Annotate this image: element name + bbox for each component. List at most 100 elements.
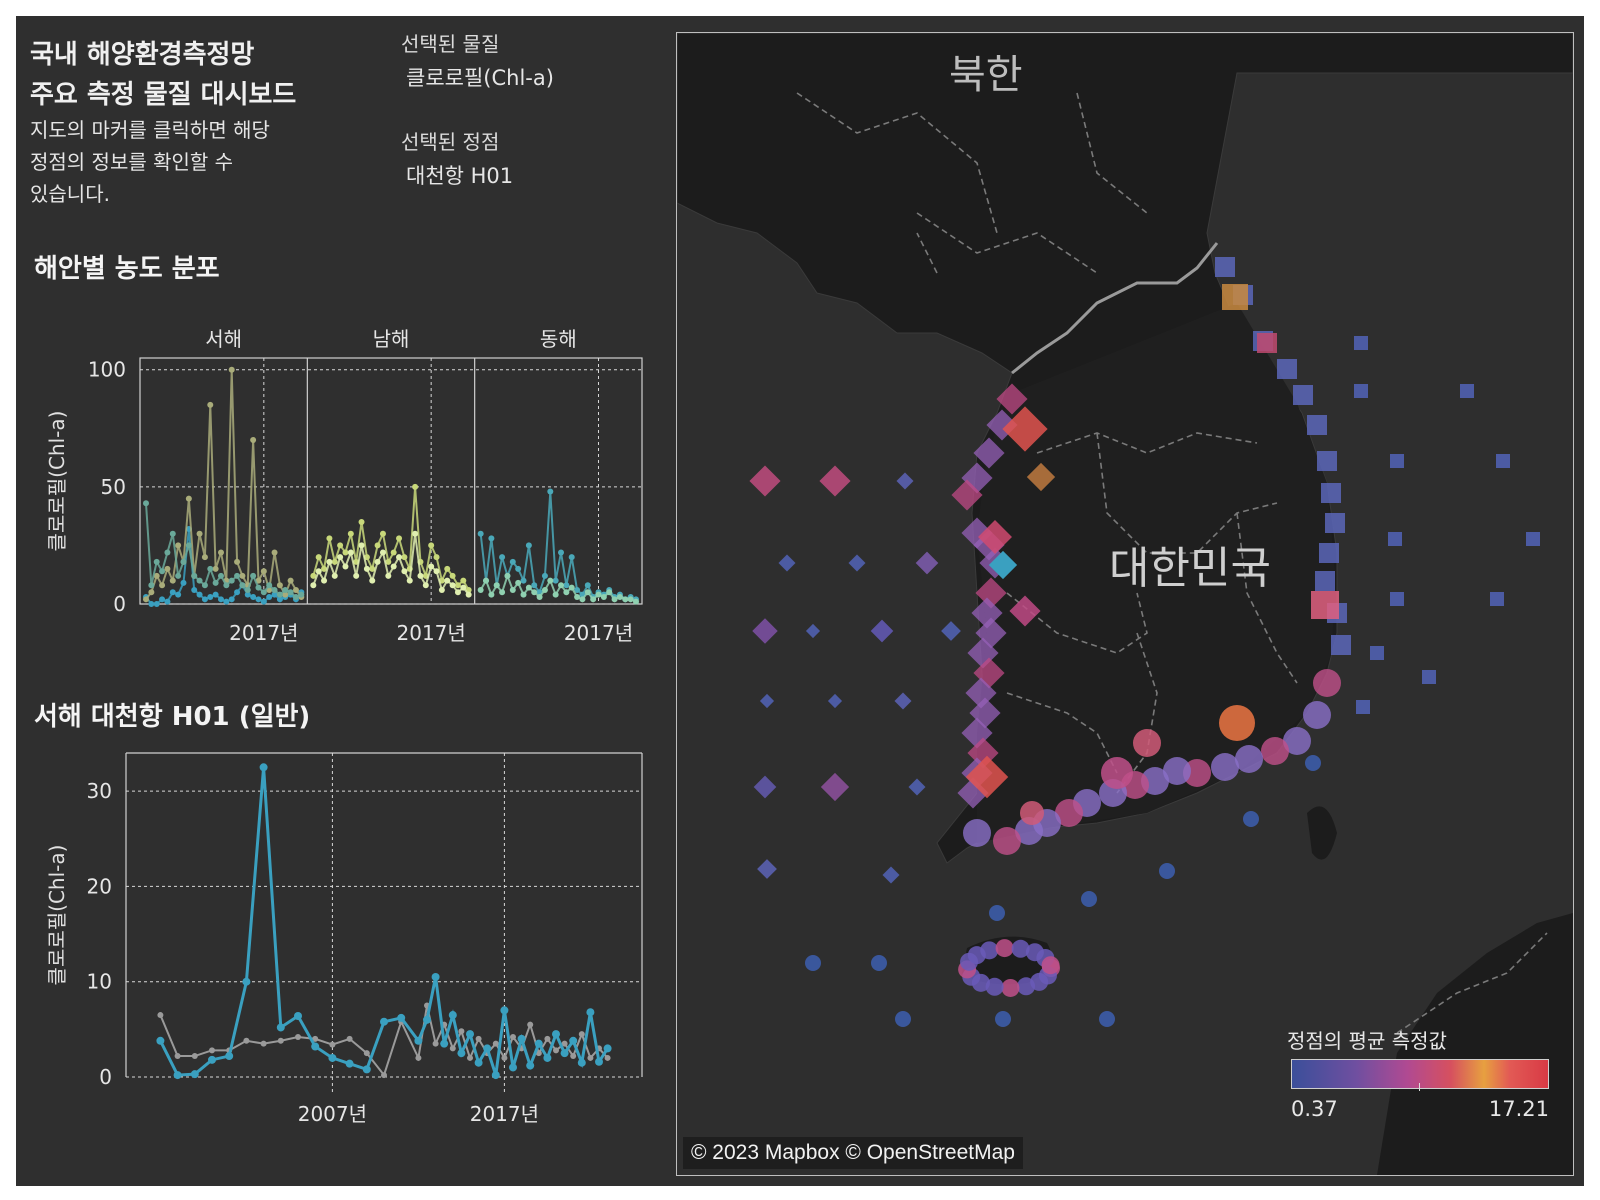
data-point — [347, 549, 354, 556]
description-line2: 정점의 정보를 확인할 수 — [30, 150, 234, 174]
data-point — [294, 1012, 302, 1021]
data-point — [159, 596, 166, 603]
data-point — [363, 1050, 370, 1057]
data-point — [458, 1028, 465, 1035]
data-point — [454, 589, 461, 596]
data-point — [217, 549, 224, 556]
data-point — [207, 401, 214, 408]
data-point — [276, 582, 283, 589]
data-point — [217, 596, 224, 603]
data-point — [225, 1052, 234, 1061]
data-point — [157, 1012, 164, 1019]
data-point — [191, 586, 198, 593]
data-point — [315, 568, 322, 575]
station-marker-square — [1307, 415, 1327, 435]
selected-station-value[interactable]: 대천항 H01 — [406, 160, 513, 190]
data-point — [362, 1065, 371, 1074]
data-point — [483, 577, 490, 584]
data-point — [169, 577, 176, 584]
data-point — [244, 586, 251, 593]
data-point — [401, 568, 408, 575]
data-point — [547, 577, 554, 584]
data-point — [401, 554, 408, 561]
data-point — [622, 596, 629, 603]
y-tick-label: 100 — [88, 358, 126, 382]
data-point — [153, 558, 160, 565]
data-point — [563, 589, 570, 596]
data-point — [292, 593, 299, 600]
x-tick-label: 2017년 — [564, 621, 633, 645]
data-point — [568, 554, 575, 561]
station-marker-circle — [1101, 757, 1133, 789]
data-point — [415, 1054, 422, 1061]
data-point — [515, 565, 522, 572]
data-point — [259, 763, 268, 772]
station-marker-circle — [1261, 737, 1289, 765]
data-point — [527, 1021, 534, 1028]
data-point — [558, 549, 565, 556]
data-point — [209, 1047, 215, 1054]
data-point — [460, 577, 467, 584]
data-point — [174, 1053, 181, 1060]
data-point — [342, 563, 349, 570]
data-point — [228, 366, 235, 373]
station-marker-circle — [1020, 801, 1044, 825]
data-point — [568, 584, 575, 591]
selected-substance-value[interactable]: 클로로필(Chl-a) — [406, 62, 554, 92]
data-point — [311, 1042, 320, 1051]
station-marker-square — [1277, 359, 1297, 379]
data-point — [412, 530, 419, 537]
map-label-north-korea: 북한 — [949, 52, 1023, 98]
station-marker-square — [1321, 483, 1341, 503]
station-marker-square — [1390, 454, 1404, 468]
data-point — [444, 577, 451, 584]
station-marker-square — [1422, 670, 1436, 684]
data-point — [250, 437, 257, 443]
data-point — [223, 598, 230, 605]
legend-min-value: 0.37 — [1291, 1097, 1338, 1121]
data-point — [423, 1015, 431, 1024]
data-point — [331, 572, 338, 579]
data-point — [584, 589, 591, 596]
series-line — [312, 533, 470, 596]
data-point — [397, 1013, 406, 1022]
data-point — [488, 535, 495, 542]
data-point — [491, 1071, 500, 1080]
data-point — [460, 584, 467, 591]
data-point — [180, 558, 187, 565]
data-point — [534, 1039, 543, 1048]
y-tick-label: 10 — [87, 970, 112, 994]
data-point — [207, 565, 214, 572]
station-marker-square — [1496, 454, 1510, 468]
data-point — [504, 572, 511, 579]
x-tick-label: 2017년 — [397, 621, 466, 645]
korea-map[interactable]: 북한 대한민국 — [677, 33, 1573, 1175]
data-point — [553, 1047, 559, 1054]
data-point — [611, 596, 618, 603]
map-attribution[interactable]: © 2023 Mapbox © OpenStreetMap — [683, 1137, 1023, 1169]
data-point — [509, 586, 516, 593]
map-panel[interactable]: 북한 대한민국 © 2023 Mapbox © OpenStreetMap 정점… — [676, 32, 1574, 1176]
facet-label: 동해 — [540, 327, 577, 351]
station-marker-circle — [1303, 701, 1331, 729]
description-line3: 있습니다. — [30, 182, 110, 206]
station-marker-square — [1317, 451, 1337, 471]
data-point — [544, 1035, 551, 1042]
data-point — [541, 572, 548, 579]
data-point — [493, 582, 500, 589]
data-point — [590, 596, 597, 603]
data-point — [342, 549, 349, 556]
data-point — [190, 1070, 199, 1079]
data-point — [169, 530, 176, 537]
station-marker-square — [1526, 532, 1540, 546]
dashboard: 국내 해양환경측정망 주요 측정 물질 대시보드 지도의 마커를 클릭하면 해당… — [16, 16, 1584, 1186]
data-point — [525, 542, 532, 549]
data-point — [346, 1035, 353, 1042]
series-line — [145, 503, 302, 599]
station-marker-square — [1354, 384, 1368, 398]
data-point — [517, 1034, 526, 1043]
data-point — [159, 568, 166, 575]
data-point — [477, 530, 484, 537]
data-point — [260, 598, 267, 605]
data-point — [579, 596, 586, 603]
